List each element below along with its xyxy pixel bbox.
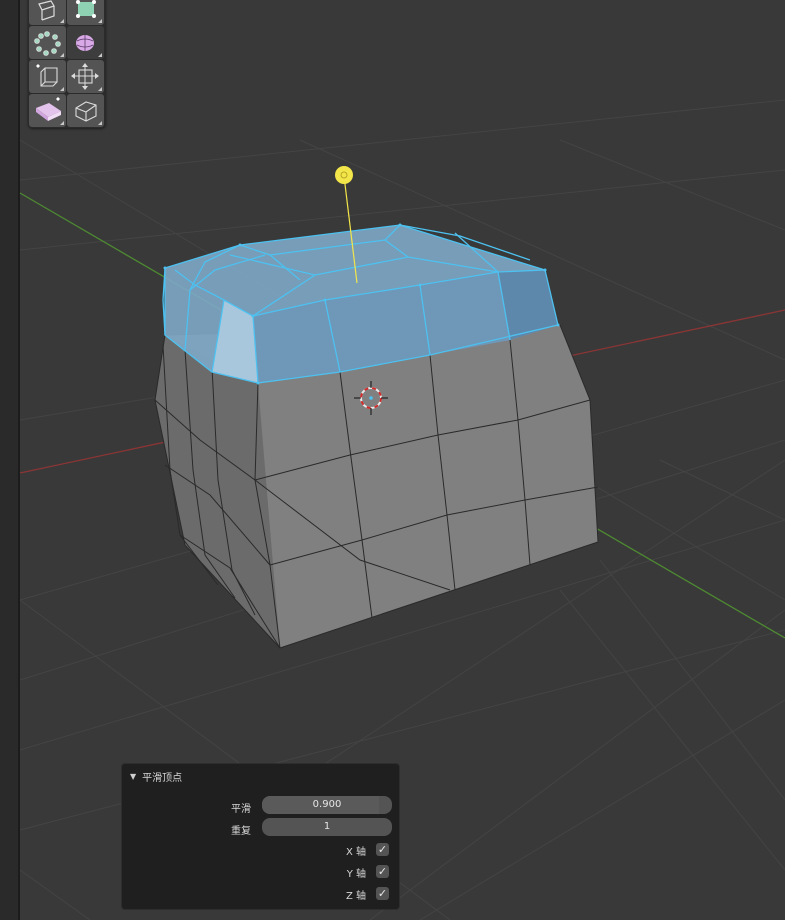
knife-tool-button[interactable] bbox=[29, 0, 66, 25]
x-axis-checkbox[interactable]: ✓ bbox=[376, 843, 389, 856]
repeat-value: 1 bbox=[323, 821, 331, 832]
smooth-label: 平滑 bbox=[231, 804, 251, 815]
x-axis-label: X 轴 bbox=[345, 847, 366, 858]
smooth-vertices-button[interactable] bbox=[29, 26, 66, 59]
z-axis-label: Z 轴 bbox=[345, 891, 366, 902]
randomize-button[interactable] bbox=[67, 26, 104, 59]
panel-title: 平滑顶点 bbox=[142, 772, 183, 784]
select-box-button[interactable] bbox=[67, 0, 104, 25]
z-axis-checkbox[interactable]: ✓ bbox=[376, 887, 389, 900]
light-icon[interactable] bbox=[335, 166, 353, 184]
edge-slide-button[interactable] bbox=[29, 60, 66, 93]
rip-region-button[interactable] bbox=[67, 94, 104, 127]
repeat-field[interactable]: 1 bbox=[262, 818, 392, 836]
y-axis-checkbox[interactable]: ✓ bbox=[376, 865, 389, 878]
shear-button[interactable] bbox=[29, 94, 66, 127]
y-axis-label: Y 轴 bbox=[346, 869, 366, 880]
smooth-value: 0.900 bbox=[312, 799, 342, 810]
shrink-fatten-button[interactable] bbox=[67, 60, 104, 93]
repeat-label: 重复 bbox=[231, 826, 251, 837]
smooth-field[interactable]: 0.900 bbox=[262, 796, 392, 814]
collapse-triangle-icon[interactable]: ▼ bbox=[130, 772, 136, 781]
mesh-object[interactable] bbox=[154, 223, 599, 649]
operator-panel: ▼ 平滑顶点 平滑 0.900 重复 1 X 轴 ✓ Y 轴 ✓ Z 轴 ✓ bbox=[121, 763, 400, 910]
tool-shelf bbox=[28, 0, 106, 128]
panel-header[interactable]: ▼ 平滑顶点 bbox=[130, 769, 183, 784]
